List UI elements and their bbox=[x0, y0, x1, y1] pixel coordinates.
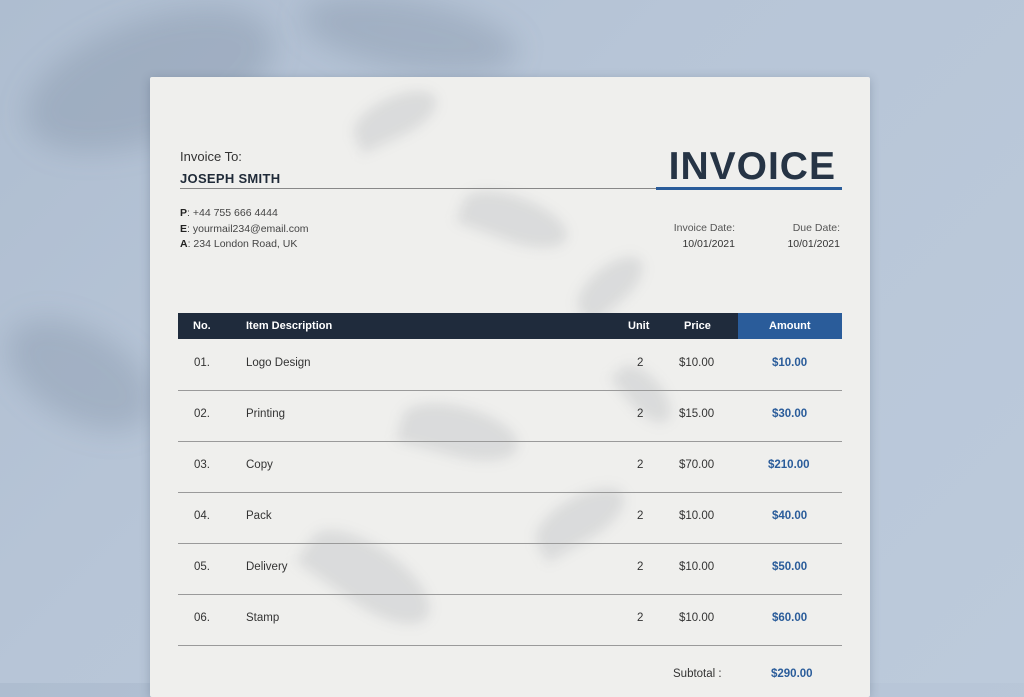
row-no: 03. bbox=[194, 459, 210, 471]
subtotal-value: $290.00 bbox=[771, 668, 813, 680]
header-price: Price bbox=[684, 320, 711, 332]
address-line: A: 234 London Road, UK bbox=[180, 238, 298, 250]
row-unit: 2 bbox=[637, 459, 644, 471]
invoice-to-label: Invoice To: bbox=[180, 149, 242, 164]
row-no: 02. bbox=[194, 408, 210, 420]
contact-block: P: +44 755 666 4444 E: yourmail234@email… bbox=[180, 206, 309, 253]
due-date-value: 10/01/2021 bbox=[787, 237, 840, 250]
table-row: 06. Stamp 2 $10.00 $60.00 bbox=[178, 594, 842, 646]
client-name: JOSEPH SMITH bbox=[180, 171, 281, 186]
row-amount: $40.00 bbox=[772, 510, 808, 522]
header-no: No. bbox=[193, 320, 211, 332]
due-date-label: Due Date: bbox=[792, 222, 840, 234]
subtotal-label: Subtotal : bbox=[673, 668, 722, 680]
row-price: $70.00 bbox=[679, 459, 715, 471]
leaf-shadow bbox=[345, 79, 445, 155]
row-amount: $10.00 bbox=[772, 357, 808, 369]
row-description: Printing bbox=[246, 408, 285, 420]
row-no: 01. bbox=[194, 357, 210, 369]
header-description: Item Description bbox=[246, 320, 333, 332]
table-row: 01. Logo Design 2 $10.00 $10.00 bbox=[178, 339, 842, 391]
divider bbox=[180, 188, 656, 189]
row-unit: 2 bbox=[637, 357, 644, 369]
invoice-title: INVOICE bbox=[668, 145, 836, 188]
row-no: 04. bbox=[194, 510, 210, 522]
title-underline bbox=[656, 187, 842, 190]
row-no: 05. bbox=[194, 561, 210, 573]
row-amount: $60.00 bbox=[772, 612, 808, 624]
row-description: Stamp bbox=[246, 612, 280, 624]
row-price: $10.00 bbox=[679, 561, 715, 573]
background-shadow bbox=[295, 0, 525, 89]
invoice-sheet: Invoice To: JOSEPH SMITH INVOICE P: +44 … bbox=[150, 77, 870, 697]
table-header: No. Item Description Unit Price Amount bbox=[178, 313, 842, 339]
row-unit: 2 bbox=[637, 408, 644, 420]
table-row: 04. Pack 2 $10.00 $40.00 bbox=[178, 492, 842, 544]
leaf-shadow bbox=[455, 179, 575, 260]
row-description: Delivery bbox=[246, 561, 288, 573]
table-row: 05. Delivery 2 $10.00 $50.00 bbox=[178, 543, 842, 595]
row-unit: 2 bbox=[637, 612, 644, 624]
row-description: Logo Design bbox=[246, 357, 311, 369]
invoice-date-value: 10/01/2021 bbox=[682, 237, 735, 250]
row-price: $10.00 bbox=[679, 357, 715, 369]
invoice-date-label: Invoice Date: bbox=[673, 222, 735, 234]
due-date-block: Due Date: 10/01/2021 bbox=[787, 221, 840, 252]
row-unit: 2 bbox=[637, 510, 644, 522]
row-description: Pack bbox=[246, 510, 272, 522]
row-price: $10.00 bbox=[679, 510, 715, 522]
table-row: 03. Copy 2 $70.00 $210.00 bbox=[178, 441, 842, 493]
row-amount: $30.00 bbox=[772, 408, 808, 420]
row-amount: $210.00 bbox=[768, 459, 810, 471]
header-amount: Amount bbox=[769, 320, 811, 332]
phone-line: P: +44 755 666 4444 bbox=[180, 207, 278, 219]
row-amount: $50.00 bbox=[772, 561, 808, 573]
table-row: 02. Printing 2 $15.00 $30.00 bbox=[178, 390, 842, 442]
row-description: Copy bbox=[246, 459, 273, 471]
row-unit: 2 bbox=[637, 561, 644, 573]
row-price: $15.00 bbox=[679, 408, 715, 420]
header-unit: Unit bbox=[628, 320, 650, 332]
background-shadow bbox=[0, 296, 172, 454]
email-line: E: yourmail234@email.com bbox=[180, 222, 309, 235]
row-price: $10.00 bbox=[679, 612, 715, 624]
invoice-date-block: Invoice Date: 10/01/2021 bbox=[674, 221, 735, 252]
row-no: 06. bbox=[194, 612, 210, 624]
